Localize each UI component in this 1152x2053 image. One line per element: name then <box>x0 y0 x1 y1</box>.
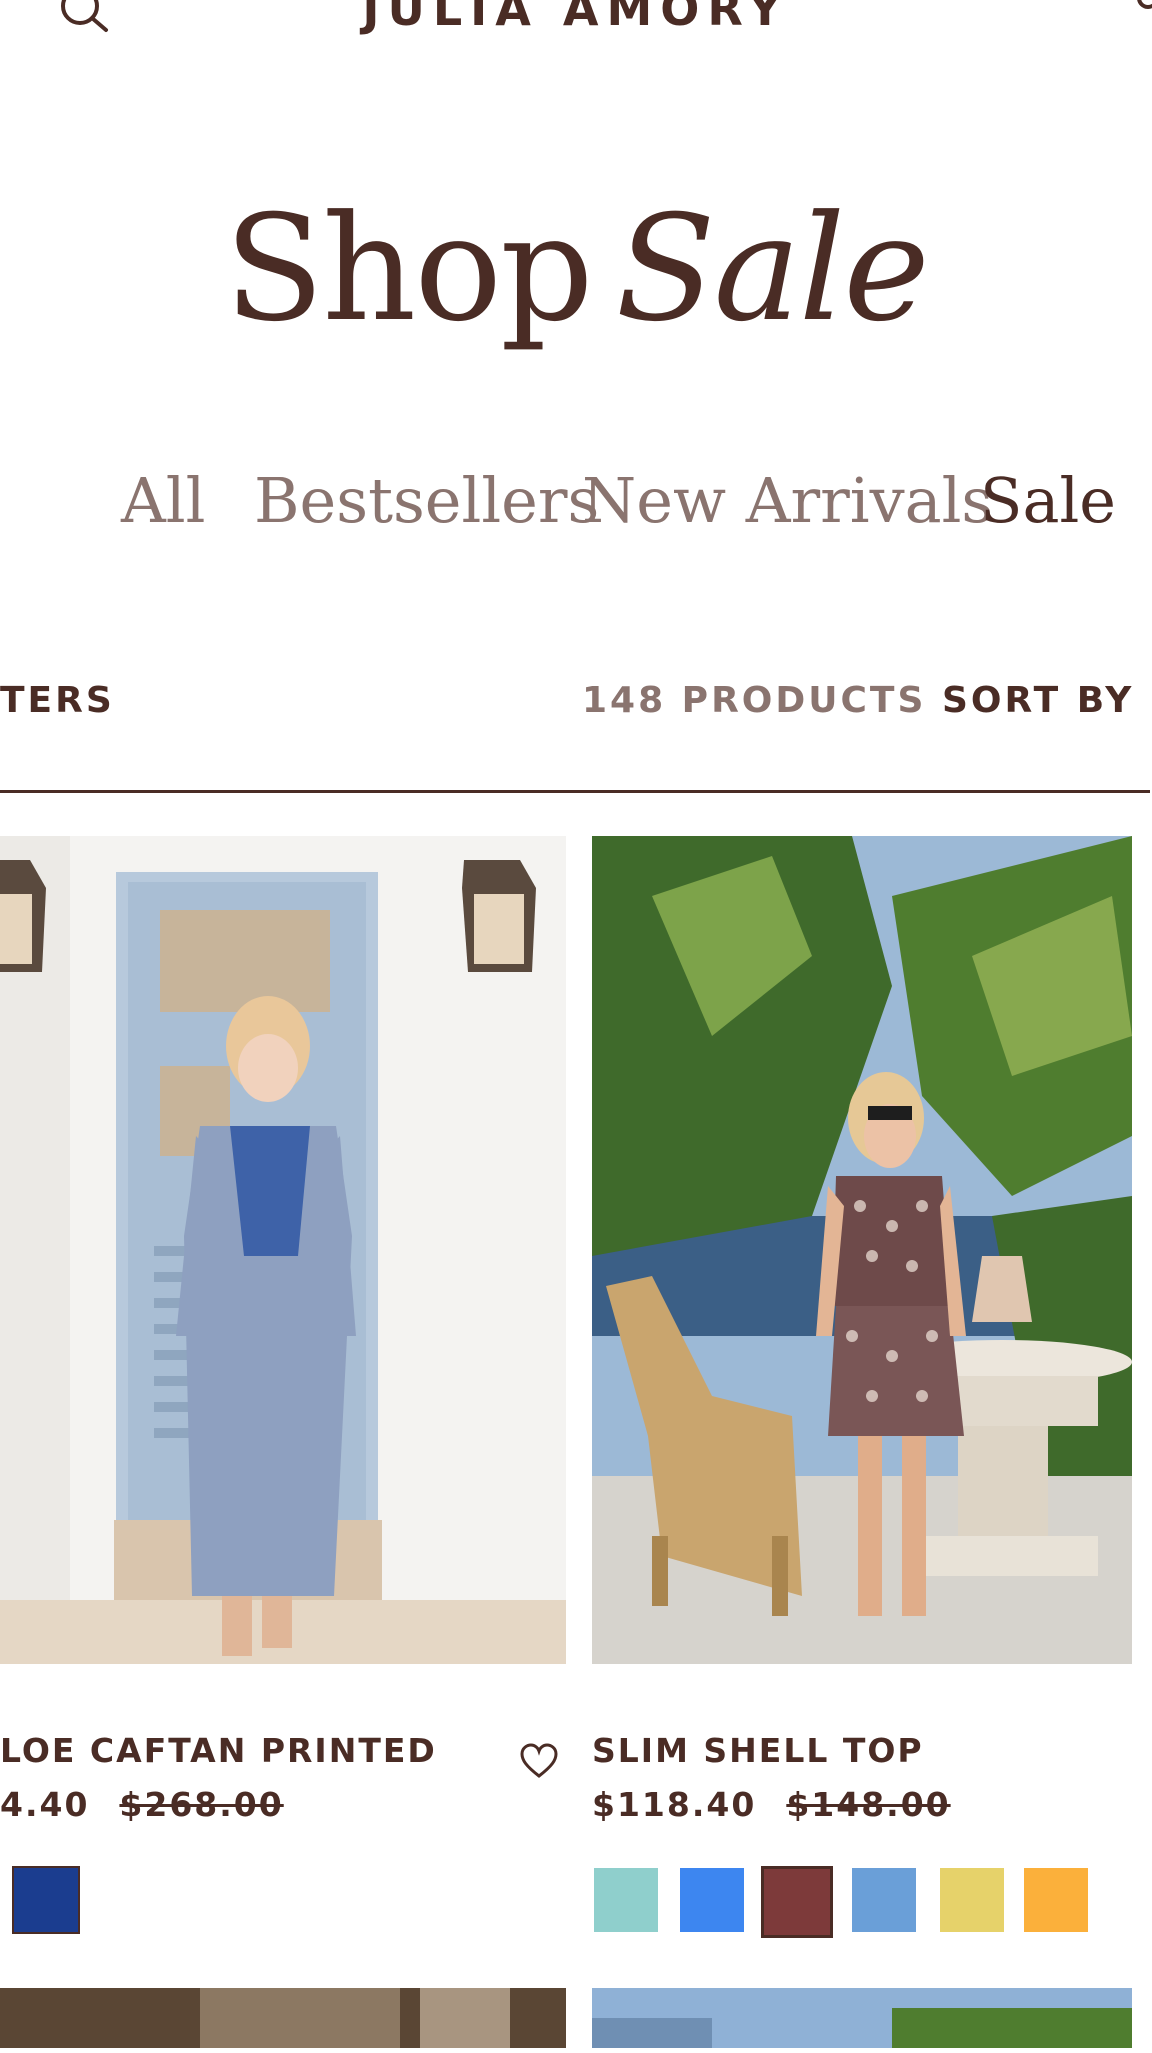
wishlist-button[interactable] <box>518 1742 560 1782</box>
filters-button[interactable]: TERS <box>0 683 115 719</box>
tab-new-arrivals[interactable]: New Arrivals <box>582 470 993 532</box>
sale-price: 4.40 <box>0 1785 90 1824</box>
price-slim-shell-top: $118.40 $148.00 <box>592 1788 951 1821</box>
cart-button[interactable] <box>1128 0 1152 18</box>
sale-price: $118.40 <box>592 1785 757 1824</box>
brand-logo[interactable]: JULIA AMORY <box>0 0 1152 36</box>
color-swatch-blue[interactable] <box>680 1868 744 1932</box>
color-swatch-orange[interactable] <box>1024 1868 1088 1932</box>
original-price: $148.00 <box>786 1785 951 1824</box>
heart-icon <box>520 1743 558 1778</box>
product-image-caftan[interactable] <box>0 836 566 1664</box>
product-name-caftan[interactable]: LOE CAFTAN PRINTED <box>0 1734 437 1767</box>
page-title-word2: Sale <box>615 184 930 354</box>
cart-icon <box>1137 0 1152 9</box>
color-swatch-light-blue[interactable] <box>852 1868 916 1932</box>
product-photo-caftan <box>0 836 566 1664</box>
page-title-word1: Shop <box>224 184 593 354</box>
page-title: Shop Sale <box>0 196 1152 342</box>
toolbar-divider <box>0 790 1150 793</box>
sort-by-button[interactable]: SORT BY <box>942 683 1134 719</box>
product-image-next-2[interactable] <box>592 1988 1132 2048</box>
color-swatch-yellow[interactable] <box>940 1868 1004 1932</box>
product-count: 148 PRODUCTS <box>582 680 927 721</box>
tab-sale[interactable]: Sale <box>980 470 1116 532</box>
color-swatch-navy[interactable] <box>14 1868 78 1932</box>
product-photo-next-2 <box>592 1988 1132 2048</box>
product-image-next-1[interactable] <box>0 1988 566 2048</box>
tab-all[interactable]: All <box>121 470 205 532</box>
product-name-slim-shell-top[interactable]: SLIM SHELL TOP <box>592 1734 924 1767</box>
original-price: $268.00 <box>119 1785 284 1824</box>
color-swatch-aqua[interactable] <box>594 1868 658 1932</box>
product-image-slim-shell-top[interactable] <box>592 836 1132 1664</box>
color-swatch-burgundy[interactable] <box>764 1869 830 1935</box>
product-photo-next-1 <box>0 1988 566 2048</box>
product-photo-slim-shell-top <box>592 836 1132 1664</box>
price-caftan: 4.40 $268.00 <box>0 1788 284 1821</box>
tab-bestsellers[interactable]: Bestsellers <box>254 470 599 532</box>
